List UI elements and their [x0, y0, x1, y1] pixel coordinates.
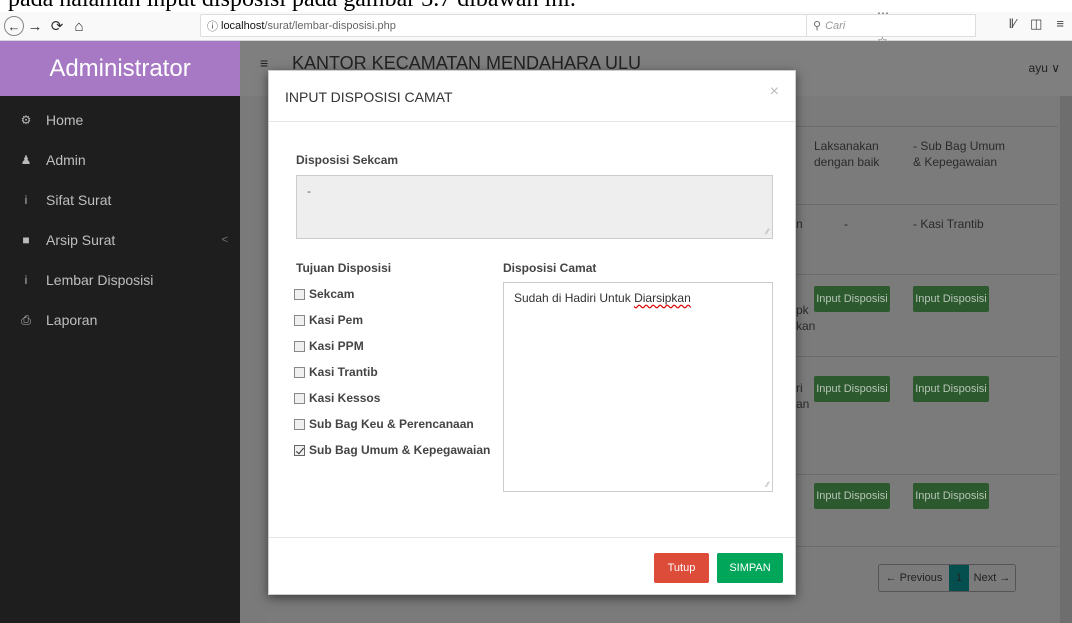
disposition-modal: INPUT DISPOSISI CAMAT × Disposisi Sekcam…: [268, 70, 796, 595]
pagination-previous[interactable]: ← Previous: [879, 565, 949, 591]
hamburger-icon[interactable]: ≡: [260, 55, 268, 71]
sidebar-item-label: Lembar Disposisi: [46, 272, 154, 288]
dashboard-icon: ⚙: [20, 113, 32, 127]
pagination: ← Previous 1 Next →: [878, 564, 1016, 592]
input-disposisi-button[interactable]: Input Disposisi: [913, 483, 989, 509]
modal-header: INPUT DISPOSISI CAMAT ×: [269, 71, 795, 122]
checkbox[interactable]: [294, 340, 305, 352]
camat-label: Disposisi Camat: [503, 261, 597, 275]
sidebar-item-laporan[interactable]: ⎙ Laporan: [0, 300, 240, 340]
info-icon[interactable]: ⓘ: [207, 18, 221, 34]
document-caption: pada halaman input disposisi pada gambar…: [0, 0, 1072, 12]
url-path: /surat/lembar-disposisi.php: [264, 19, 396, 32]
table-cell: Laksanakan dengan baik: [814, 139, 880, 169]
menu-icon[interactable]: ≡: [1056, 16, 1064, 32]
sidebar-item-label: Sifat Surat: [46, 192, 112, 208]
document-caption-text: pada halaman input disposisi pada gambar…: [8, 0, 576, 12]
checkbox[interactable]: [294, 314, 305, 326]
resize-handle-icon[interactable]: ∕∕: [766, 227, 769, 236]
sidebar-item-label: Laporan: [46, 312, 98, 328]
table-cell: pk kan: [796, 303, 816, 333]
checkbox[interactable]: [294, 418, 305, 430]
print-icon: ⎙: [21, 312, 31, 327]
pagination-next[interactable]: Next →: [969, 565, 1015, 591]
toolbar-right: ‖⁄ ◫ ≡: [1009, 16, 1064, 32]
option-sub-bag-umum[interactable]: Sub Bag Umum & Kepegawaian: [294, 443, 490, 457]
tutup-button[interactable]: Tutup: [654, 553, 709, 583]
pagination-current[interactable]: 1: [949, 565, 969, 591]
search-icon: ⚲: [813, 20, 822, 32]
sidebar-item-label: Home: [46, 112, 84, 128]
simpan-button[interactable]: SIMPAN: [717, 553, 783, 583]
address-bar[interactable]: ⓘ localhost /surat/lembar-disposisi.php …: [200, 6, 889, 48]
option-label: Sekcam: [309, 287, 355, 301]
table-cell: - Sub Bag Umum & Kepegawaian: [913, 139, 1006, 169]
input-disposisi-button[interactable]: Input Disposisi: [913, 376, 989, 402]
scrollbar[interactable]: [1060, 96, 1072, 623]
option-sub-bag-keu[interactable]: Sub Bag Keu & Perencanaan: [294, 417, 474, 431]
sidebar-item-arsip-surat[interactable]: ■ Arsip Surat <: [0, 220, 240, 260]
checkbox[interactable]: [294, 392, 305, 404]
option-label: Kasi Kessos: [309, 391, 381, 405]
sidebar: Administrator ⚙ Home ♟ Admin i Sifat Sur…: [0, 41, 240, 623]
info-icon: i: [24, 193, 28, 207]
user-menu[interactable]: ayu ∨: [1029, 61, 1060, 75]
input-disposisi-button[interactable]: Input Disposisi: [814, 483, 890, 509]
close-icon[interactable]: ×: [770, 83, 779, 101]
modal-title: INPUT DISPOSISI CAMAT: [285, 89, 453, 105]
table-cell: ri an: [796, 381, 810, 411]
camat-text-misspelled: Diarsipkan: [634, 291, 691, 305]
sidebar-item-admin[interactable]: ♟ Admin: [0, 140, 240, 180]
checkbox-checked[interactable]: [294, 444, 305, 456]
sidebar-item-home[interactable]: ⚙ Home: [0, 100, 240, 140]
info-icon: i: [24, 273, 28, 287]
home-icon[interactable]: ⌂: [68, 15, 90, 37]
sidebar-title[interactable]: Administrator: [0, 41, 240, 96]
sidebar-item-lembar-disposisi[interactable]: i Lembar Disposisi: [0, 260, 240, 300]
archive-icon: ■: [22, 233, 30, 247]
sidebar-toggle-icon[interactable]: ◫: [1030, 16, 1042, 32]
disposisi-camat-textarea[interactable]: Sudah di Hadiri Untuk Diarsipkan ∕∕: [503, 282, 773, 492]
forward-arrow-icon[interactable]: →: [24, 15, 46, 37]
option-kasi-ppm[interactable]: Kasi PPM: [294, 339, 364, 353]
input-disposisi-button[interactable]: Input Disposisi: [814, 376, 890, 402]
resize-handle-icon[interactable]: ∕∕: [766, 480, 769, 489]
input-disposisi-button[interactable]: Input Disposisi: [913, 286, 989, 312]
option-label: Kasi Pem: [309, 313, 364, 327]
sekcam-value: -: [307, 184, 311, 198]
sidebar-item-sifat-surat[interactable]: i Sifat Surat: [0, 180, 240, 220]
sidebar-item-label: Admin: [46, 152, 86, 168]
option-kasi-trantib[interactable]: Kasi Trantib: [294, 365, 378, 379]
table-cell: - Kasi Trantib: [913, 217, 984, 231]
input-disposisi-button[interactable]: Input Disposisi: [814, 286, 890, 312]
option-kasi-pem[interactable]: Kasi Pem: [294, 313, 363, 327]
option-label: Sub Bag Umum & Kepegawaian: [309, 443, 491, 457]
url-host: localhost: [221, 19, 265, 32]
checkbox[interactable]: [294, 288, 305, 300]
search-placeholder: Cari: [825, 19, 846, 32]
option-kasi-kessos[interactable]: Kasi Kessos: [294, 391, 380, 405]
tujuan-label: Tujuan Disposisi: [296, 261, 392, 275]
option-label: Sub Bag Keu & Perencanaan: [309, 417, 474, 431]
sekcam-label: Disposisi Sekcam: [296, 153, 399, 167]
table-cell: n: [796, 217, 803, 231]
table-cell: -: [844, 217, 848, 231]
checkbox[interactable]: [294, 366, 305, 378]
option-sekcam[interactable]: Sekcam: [294, 287, 354, 301]
option-label: Kasi PPM: [309, 339, 364, 353]
user-icon: ♟: [20, 153, 32, 167]
back-arrow-icon[interactable]: ←: [4, 16, 24, 36]
sekcam-textarea: - ∕∕: [296, 175, 773, 239]
search-input[interactable]: ⚲ Cari: [806, 14, 976, 37]
camat-text: Sudah di Hadiri Untuk: [514, 291, 635, 305]
sidebar-item-label: Arsip Surat: [46, 232, 116, 248]
chevron-left-icon: <: [221, 234, 228, 246]
library-icon[interactable]: ‖⁄: [1009, 16, 1017, 32]
option-label: Kasi Trantib: [309, 365, 378, 379]
reload-icon[interactable]: ⟳: [46, 15, 68, 37]
